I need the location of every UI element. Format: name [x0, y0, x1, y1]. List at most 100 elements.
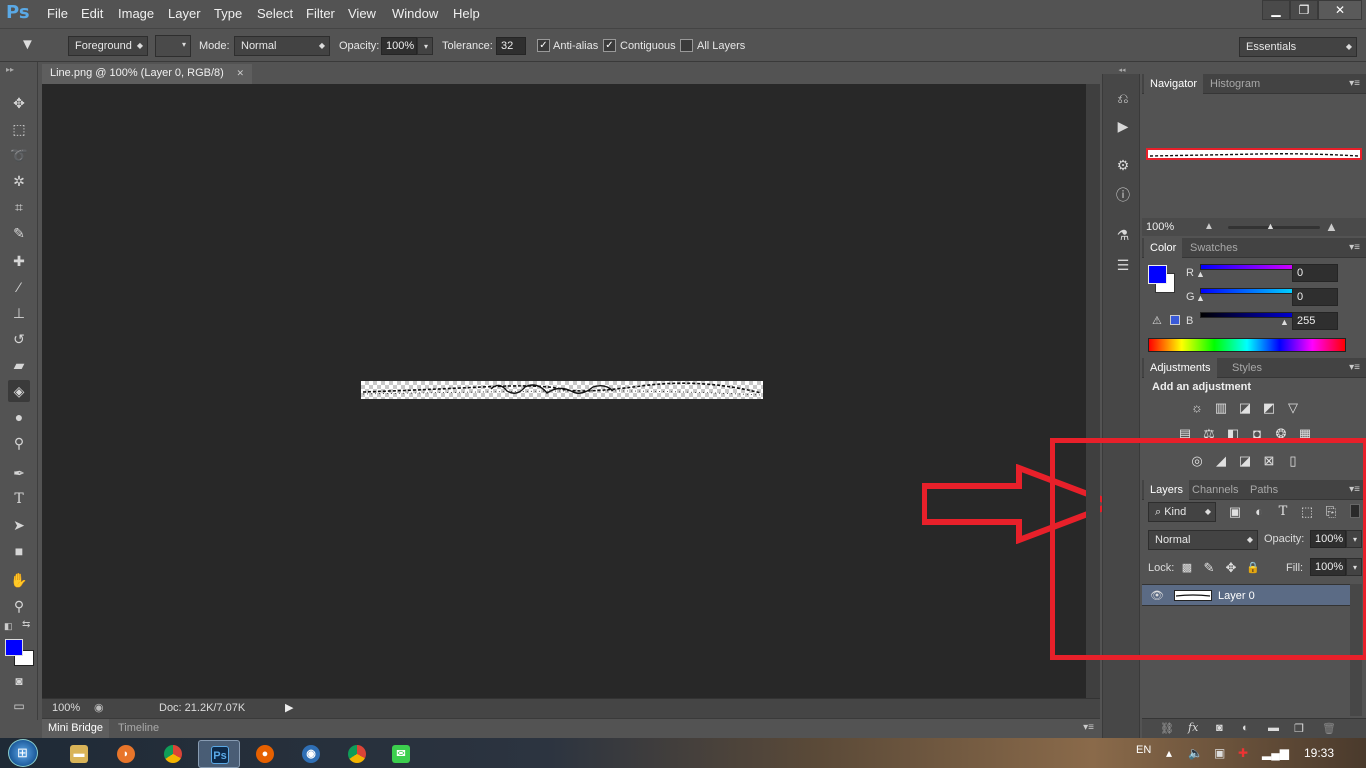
paint-bucket-icon[interactable]: ▼	[20, 36, 42, 56]
link-layers-icon[interactable]: ⛓	[1160, 722, 1174, 735]
taskbar-app[interactable]: ◗	[105, 740, 147, 768]
lasso-tool-icon[interactable]: ➰	[8, 144, 30, 166]
close-document-icon[interactable]: ✕	[236, 64, 244, 83]
tab-styles[interactable]: Styles	[1226, 358, 1268, 378]
mode-select[interactable]: Normal ◆	[234, 36, 330, 56]
crop-tool-icon[interactable]: ⌗	[8, 196, 30, 218]
tab-color[interactable]: Color	[1144, 238, 1183, 258]
zoom-out-icon[interactable]: ▲	[1204, 221, 1214, 232]
taskbar-chrome[interactable]	[152, 740, 194, 768]
taskbar-explorer[interactable]: ▬	[58, 740, 100, 768]
tab-swatches[interactable]: Swatches	[1184, 238, 1244, 258]
channel-b-input[interactable]: 255	[1292, 312, 1338, 330]
channel-r-input[interactable]: 0	[1292, 264, 1338, 282]
start-button[interactable]: ⊞	[8, 739, 38, 767]
marquee-tool-icon[interactable]: ⬚	[8, 118, 30, 140]
channel-g-input[interactable]: 0	[1292, 288, 1338, 306]
menu-filter[interactable]: Filter	[306, 6, 335, 21]
menu-image[interactable]: Image	[118, 6, 154, 21]
menu-view[interactable]: View	[348, 6, 376, 21]
workspace-select[interactable]: Essentials ◆	[1239, 37, 1357, 57]
document-image[interactable]	[361, 381, 763, 399]
brush-tool-icon[interactable]: ⁄	[8, 276, 30, 298]
exposure-icon[interactable]: ◩	[1260, 400, 1278, 416]
taskbar-media[interactable]: ◉	[290, 740, 332, 768]
fill-source-select[interactable]: Foreground ◆	[68, 36, 148, 56]
taskbar-chrome-2[interactable]	[336, 740, 378, 768]
add-mask-icon[interactable]: ◙	[1216, 722, 1223, 734]
taskbar-photoshop[interactable]: Ps	[198, 740, 240, 768]
language-indicator[interactable]: EN	[1136, 744, 1151, 756]
status-menu-arrow-icon[interactable]: ▶	[285, 701, 293, 714]
paint-bucket-tool-icon[interactable]: ◈	[8, 380, 30, 402]
vibrance-icon[interactable]: ▽	[1284, 400, 1302, 416]
pattern-picker[interactable]: ▾	[155, 35, 191, 57]
new-layer-icon[interactable]: ❐	[1294, 722, 1304, 735]
history-brush-tool-icon[interactable]: ↺	[8, 328, 30, 350]
pen-tool-icon[interactable]: ✒	[8, 462, 30, 484]
healing-brush-tool-icon[interactable]: ✚	[8, 250, 30, 272]
delete-layer-icon[interactable]: 🗑	[1322, 722, 1336, 735]
close-button[interactable]: ✕	[1318, 0, 1362, 20]
navigator-preview[interactable]	[1146, 148, 1362, 160]
zoom-level[interactable]: 100%	[52, 702, 80, 714]
all-layers-checkbox[interactable]	[680, 39, 693, 52]
path-selection-tool-icon[interactable]: ➤	[8, 514, 30, 536]
opacity-input[interactable]: 100%	[381, 37, 417, 55]
channel-b-thumb[interactable]: ▲	[1280, 317, 1289, 327]
tray-expand-icon[interactable]: ▴	[1166, 746, 1172, 760]
tool-presets-icon[interactable]: ☰	[1114, 256, 1132, 274]
channel-g-thumb[interactable]: ▲	[1196, 293, 1205, 303]
brush-presets-icon[interactable]: ⚗	[1114, 226, 1132, 244]
antialias-checkbox[interactable]: ✓	[537, 39, 550, 52]
new-adjustment-icon[interactable]: ◐	[1242, 722, 1249, 734]
web-safe-swatch[interactable]	[1170, 315, 1180, 325]
properties-icon[interactable]: ⚙	[1114, 156, 1132, 174]
new-group-icon[interactable]: ▬	[1268, 722, 1279, 734]
curves-icon[interactable]: ◪	[1236, 400, 1254, 416]
clone-stamp-tool-icon[interactable]: ⊥	[8, 302, 30, 324]
eraser-tool-icon[interactable]: ▰	[8, 354, 30, 376]
menu-select[interactable]: Select	[257, 6, 293, 21]
channel-r-thumb[interactable]: ▲	[1196, 269, 1205, 279]
zoom-slider-thumb[interactable]: ▲	[1266, 221, 1275, 231]
taskbar-line[interactable]: ✉	[380, 740, 422, 768]
status-icon[interactable]: ◉	[94, 701, 104, 714]
color-spectrum-ramp[interactable]	[1148, 338, 1346, 352]
network-warning-icon[interactable]: ▣	[1214, 746, 1225, 760]
security-icon[interactable]: ✚	[1238, 746, 1248, 760]
zoom-tool-icon[interactable]: ⚲	[8, 595, 30, 617]
quick-mask-icon[interactable]: ◙	[8, 670, 30, 692]
menu-edit[interactable]: Edit	[81, 6, 103, 21]
document-tab[interactable]: Line.png @ 100% (Layer 0, RGB/8) ✕	[42, 64, 252, 84]
zoom-in-icon[interactable]: ▲	[1325, 219, 1338, 234]
eyedropper-tool-icon[interactable]: ✎	[8, 222, 30, 244]
menu-type[interactable]: Type	[214, 6, 242, 21]
dodge-tool-icon[interactable]: ⚲	[8, 432, 30, 454]
tab-timeline[interactable]: Timeline	[118, 722, 159, 734]
menu-help[interactable]: Help	[453, 6, 480, 21]
panel-menu-icon[interactable]: ▾≡	[1349, 78, 1360, 89]
screen-mode-icon[interactable]: ▭	[8, 695, 30, 717]
opacity-dropdown[interactable]: ▾	[417, 37, 433, 55]
layer-style-icon[interactable]: fx	[1188, 721, 1198, 734]
levels-icon[interactable]: ▥	[1212, 400, 1230, 416]
navigator-zoom[interactable]: 100%	[1146, 221, 1174, 233]
swap-colors-icon[interactable]: ⇆	[22, 619, 30, 630]
hand-tool-icon[interactable]: ✋	[8, 569, 30, 591]
taskbar-firefox[interactable]: ●	[244, 740, 286, 768]
panel-menu-icon[interactable]: ▾≡	[1083, 722, 1094, 733]
tab-mini-bridge[interactable]: Mini Bridge	[42, 719, 110, 738]
info-icon[interactable]: ⓘ	[1114, 186, 1132, 204]
menu-window[interactable]: Window	[392, 6, 438, 21]
document-canvas[interactable]	[42, 84, 1122, 698]
tab-adjustments[interactable]: Adjustments	[1144, 358, 1217, 378]
type-tool-icon[interactable]: T	[8, 488, 30, 510]
move-tool-icon[interactable]: ✥	[8, 92, 30, 114]
signal-icon[interactable]: ▂▄▆	[1262, 746, 1289, 760]
rectangle-tool-icon[interactable]: ■	[8, 540, 30, 562]
restore-button[interactable]: ❐	[1290, 0, 1318, 20]
blur-tool-icon[interactable]: ●	[8, 406, 30, 428]
tolerance-input[interactable]: 32	[496, 37, 526, 55]
magic-wand-tool-icon[interactable]: ✲	[8, 170, 30, 192]
